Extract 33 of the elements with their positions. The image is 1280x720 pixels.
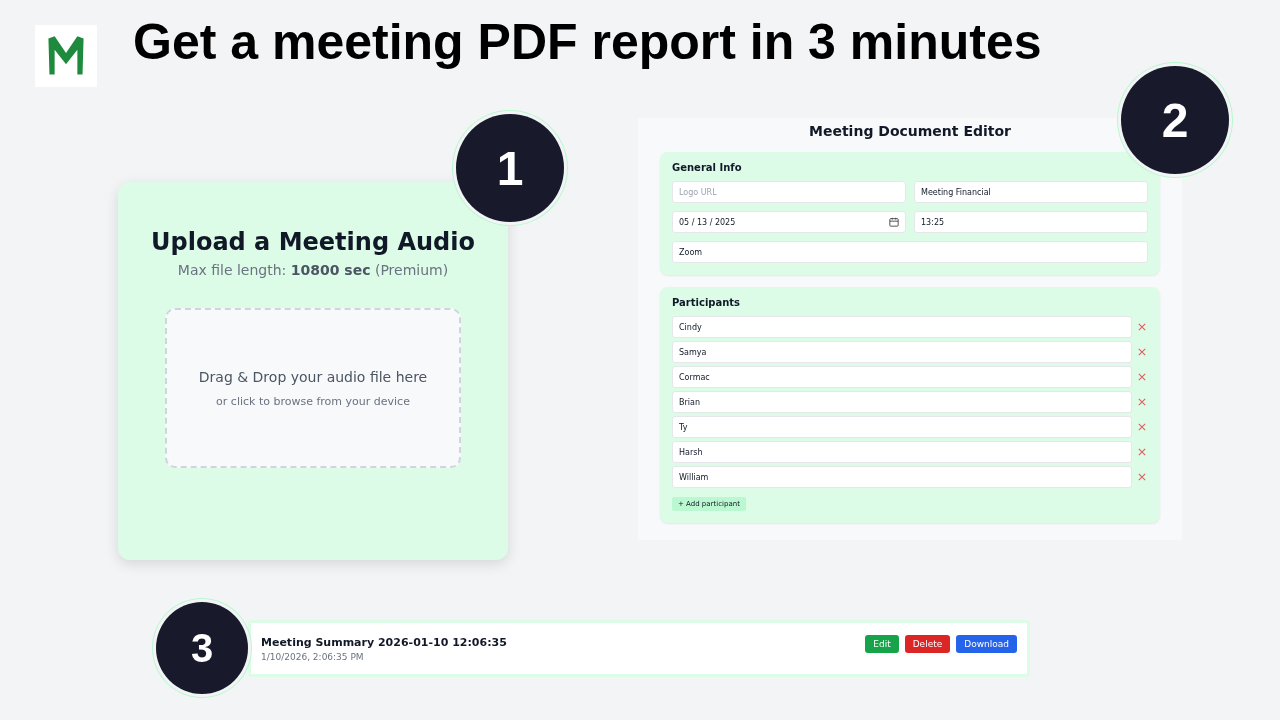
drop-zone-hint: or click to browse from your device (216, 394, 410, 408)
participant-field[interactable]: William (672, 466, 1132, 488)
logo-icon (35, 25, 97, 87)
summary-title: Meeting Summary 2026-01-10 12:06:35 (261, 635, 507, 649)
remove-icon[interactable] (1138, 323, 1146, 331)
remove-icon[interactable] (1138, 448, 1146, 456)
remove-icon[interactable] (1138, 473, 1146, 481)
remove-icon[interactable] (1138, 398, 1146, 406)
editor-title: Meeting Document Editor (808, 122, 1012, 140)
remove-icon[interactable] (1138, 373, 1146, 381)
action-button[interactable]: Download (956, 634, 1017, 653)
drop-zone-title: Drag & Drop your audio file here (198, 368, 428, 385)
input-field[interactable]: Meeting Financial (914, 181, 1148, 203)
calendar-icon[interactable] (889, 217, 899, 227)
section-heading: Participants (672, 297, 742, 308)
summary-timestamp: 1/10/2026, 2:06:35 PM (261, 651, 365, 662)
input-field[interactable]: 13:25 (914, 211, 1148, 233)
participant-field[interactable]: Harsh (672, 441, 1132, 463)
participant-field[interactable]: Cormac (672, 366, 1132, 388)
participant-field[interactable]: Cindy (672, 316, 1132, 338)
drop-zone[interactable]: Drag & Drop your audio file here or click to browse from your device (165, 308, 461, 468)
participant-field[interactable]: Ty (672, 416, 1132, 438)
headline: Get a meeting PDF report in 3 minutes (133, 13, 1042, 72)
participant-field[interactable]: Samya (672, 341, 1132, 363)
section-heading: General Info (672, 162, 743, 173)
remove-icon[interactable] (1138, 348, 1146, 356)
file-length-limit: Max file length: 10800 sec (Premium) (177, 262, 449, 278)
participant-field[interactable]: Brian (672, 391, 1132, 413)
upload-title: Upload a Meeting Audio (151, 228, 475, 256)
input-field[interactable]: Zoom (672, 241, 1148, 263)
remove-icon[interactable] (1138, 423, 1146, 431)
action-button[interactable]: Delete (904, 634, 951, 653)
date-field[interactable]: 05 / 13 / 2025 (672, 211, 906, 233)
